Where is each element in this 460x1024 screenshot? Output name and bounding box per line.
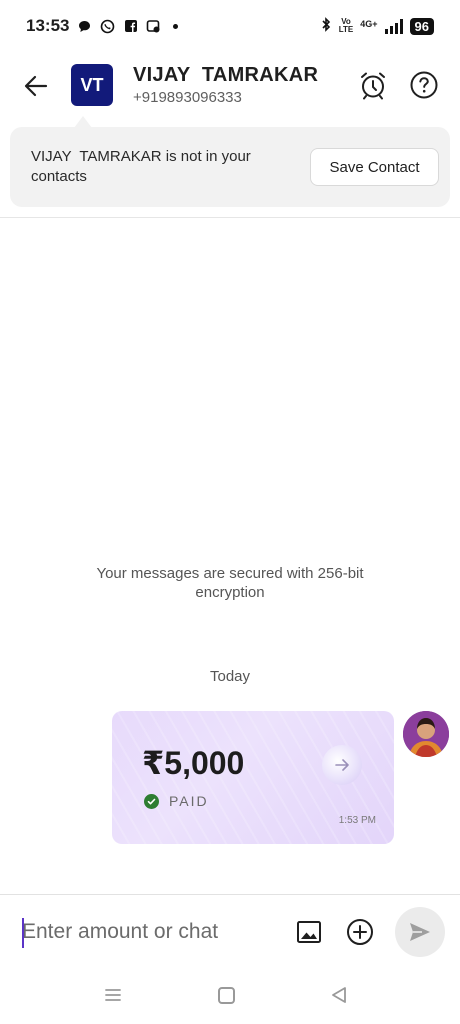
signal-icon	[384, 18, 403, 34]
whatsapp-icon	[100, 19, 115, 34]
bluetooth-icon	[321, 17, 332, 35]
status-time: 13:53	[26, 16, 70, 35]
payment-card[interactable]: ₹5,000 PAID 1:53 PM	[112, 711, 394, 844]
payment-status-label: PAID	[169, 793, 209, 809]
gallery-notification-icon	[146, 19, 161, 34]
more-notifications-dot	[173, 23, 179, 29]
recents-icon[interactable]	[104, 986, 122, 1004]
status-right: Vo LTE 4G+ 96	[321, 17, 434, 35]
facebook-icon	[123, 19, 138, 34]
composer-divider	[0, 894, 460, 895]
sender-avatar[interactable]	[403, 711, 449, 757]
check-circle-icon	[144, 793, 159, 809]
contact-avatar[interactable]: VT	[71, 64, 113, 106]
nav-back-icon[interactable]	[330, 986, 348, 1004]
encryption-note: Your messages are secured with 256-bit e…	[0, 564, 460, 602]
status-bar: 13:53 Vo LTE 4G+ 96	[0, 0, 460, 52]
add-circle-icon[interactable]	[345, 917, 375, 947]
send-button[interactable]	[395, 907, 445, 957]
contact-phone: +919893096333	[133, 89, 242, 106]
payment-time: 1:53 PM	[338, 815, 376, 826]
payment-status: PAID	[144, 793, 209, 809]
volte-indicator: Vo LTE	[338, 17, 354, 34]
chat-input[interactable]	[22, 912, 287, 952]
chat-header: VT VIJAY TAMRAKAR +919893096333	[0, 52, 460, 122]
not-in-contacts-banner: VIJAY TAMRAKAR is not in your contacts S…	[10, 127, 450, 207]
system-nav-bar	[0, 980, 460, 1012]
date-separator: Today	[209, 668, 251, 685]
status-left: 13:53	[26, 16, 179, 36]
payment-amount: ₹5,000	[142, 745, 245, 781]
battery-indicator: 96	[409, 17, 434, 35]
header-divider	[0, 217, 460, 218]
text-caret	[22, 918, 24, 948]
alarm-icon[interactable]	[358, 70, 388, 100]
send-icon	[410, 923, 430, 941]
arrow-right-icon[interactable]	[322, 745, 362, 785]
encryption-note-text: Your messages are secured with 256-bit e…	[96, 565, 364, 601]
chat-notification-icon	[77, 19, 92, 34]
image-icon[interactable]	[295, 918, 323, 946]
save-contact-button[interactable]: Save Contact	[310, 148, 439, 186]
banner-text: VIJAY TAMRAKAR is not in your contacts	[31, 148, 255, 185]
home-icon[interactable]	[218, 987, 235, 1004]
back-arrow-icon[interactable]	[22, 72, 50, 100]
contact-name[interactable]: VIJAY TAMRAKAR	[133, 64, 318, 87]
network-type: 4G+	[360, 19, 378, 29]
help-icon[interactable]	[409, 70, 439, 100]
